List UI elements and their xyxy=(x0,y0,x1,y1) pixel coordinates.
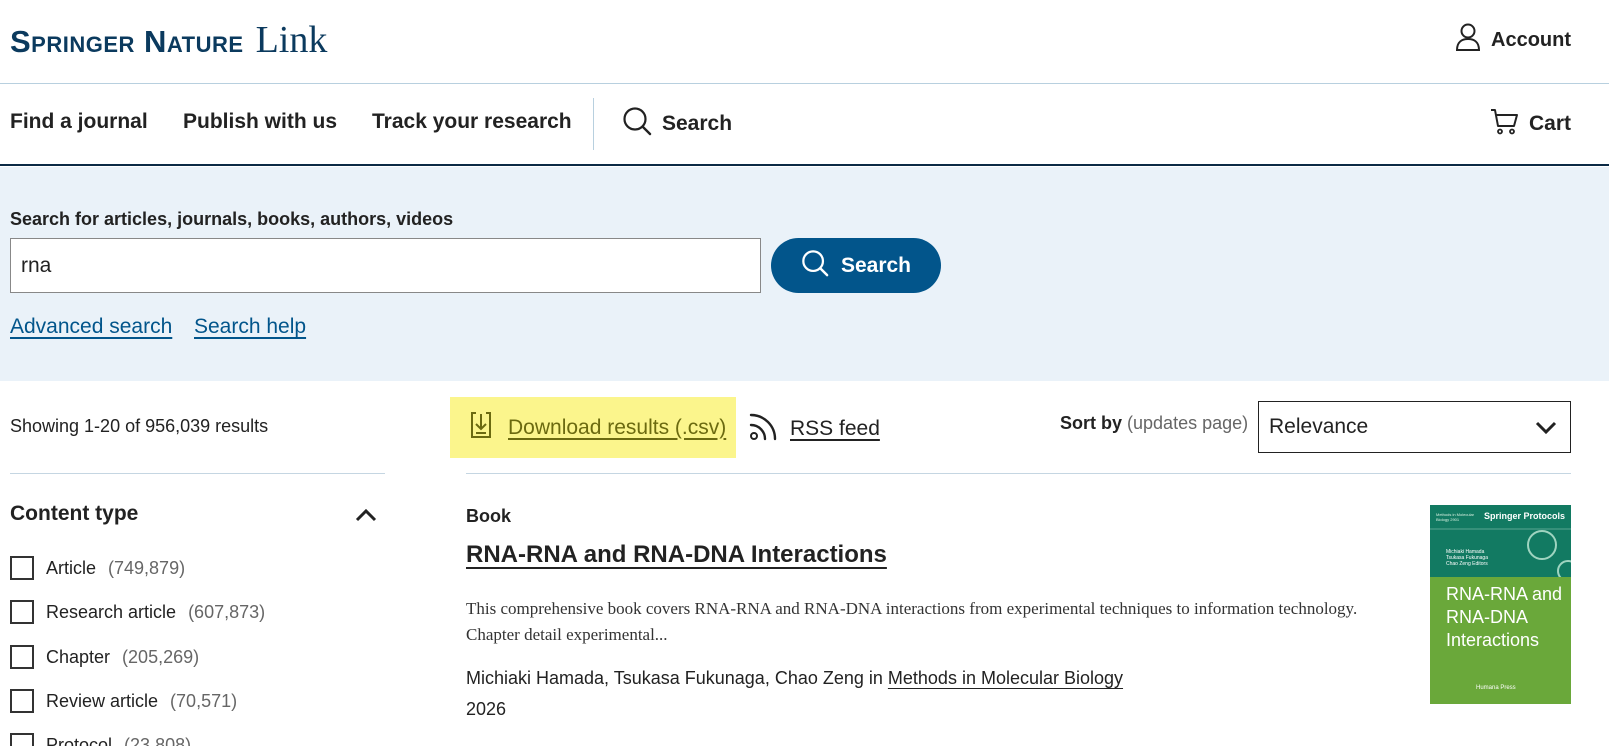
filter-count: (205,269) xyxy=(122,646,200,667)
content-type-filter-title: Content type xyxy=(10,502,139,525)
filter-label: Research article xyxy=(46,601,177,622)
filter-count: (607,873) xyxy=(188,601,266,622)
springer-nature-link-logo[interactable]: Springer Nature Link xyxy=(10,18,327,62)
chevron-down-icon xyxy=(1534,416,1558,446)
logo-product: Link xyxy=(255,19,328,61)
filter-label: Review article xyxy=(46,690,159,711)
download-results-button[interactable]: Download results (.csv) xyxy=(450,397,736,458)
search-help-link[interactable]: Search help xyxy=(194,315,306,339)
nav-search-button[interactable]: Search xyxy=(622,106,732,142)
filter-count: (749,879) xyxy=(108,557,186,578)
account-button[interactable]: Account xyxy=(1455,22,1571,58)
filter-label: Protocol xyxy=(46,734,113,746)
cover-editors: Michiaki Hamada Tsukasa Fukunaga Chao Ze… xyxy=(1446,549,1488,567)
search-panel: Search for articles, journals, books, au… xyxy=(0,167,1609,381)
cover-publisher: Humana Press xyxy=(1476,685,1516,691)
filter-item-article[interactable]: Article (749,879) xyxy=(10,556,185,580)
sort-note: (updates page) xyxy=(1127,413,1249,433)
nav-divider xyxy=(593,98,594,150)
result-year: 2026 xyxy=(466,699,507,719)
download-results-label: Download results (.csv) xyxy=(508,415,727,439)
checkbox[interactable] xyxy=(10,556,34,580)
result-authors: Michiaki Hamada, Tsukasa Fukunaga, Chao … xyxy=(466,668,1123,689)
cart-button[interactable]: Cart xyxy=(1489,106,1571,142)
cart-label: Cart xyxy=(1528,112,1571,135)
rss-feed-link[interactable]: RSS feed xyxy=(748,410,880,447)
sort-label: Sort by xyxy=(1060,413,1123,433)
result-author-names: Michiaki Hamada, Tsukasa Fukunaga, Chao … xyxy=(466,668,888,688)
search-button-label: Search xyxy=(840,253,912,277)
sort-select[interactable]: Relevance xyxy=(1258,401,1571,453)
result-content-type: Book xyxy=(466,506,511,526)
sort-by-label: Sort by (updates page) xyxy=(1060,413,1248,434)
filter-item-protocol[interactable]: Protocol (23,808) xyxy=(10,733,191,746)
account-label: Account xyxy=(1491,28,1571,51)
nav-find-journal[interactable]: Find a journal xyxy=(10,110,148,134)
filter-label: Chapter xyxy=(46,646,111,667)
result-snippet-line: Chapter detail experimental... xyxy=(466,625,668,644)
result-snippet: This comprehensive book covers RNA-RNA a… xyxy=(466,596,1386,648)
results-divider xyxy=(466,473,1571,474)
chevron-up-icon[interactable] xyxy=(354,505,378,530)
search-input[interactable] xyxy=(10,238,761,293)
top-header: Springer Nature Link Account xyxy=(0,0,1609,84)
checkbox[interactable] xyxy=(10,689,34,713)
results-count: Showing 1-20 of 956,039 results xyxy=(10,416,269,436)
cart-icon xyxy=(1489,106,1519,142)
result-title-link[interactable]: RNA-RNA and RNA-DNA Interactions xyxy=(466,541,887,569)
filter-count: (70,571) xyxy=(170,690,238,711)
book-cover-image[interactable]: Methods in Molecular Biology 2901 Spring… xyxy=(1430,505,1571,704)
filter-divider xyxy=(10,473,385,474)
user-icon xyxy=(1455,22,1481,58)
filter-item-research-article[interactable]: Research article (607,873) xyxy=(10,600,265,624)
nav-search-label: Search xyxy=(662,112,733,135)
sort-value: Relevance xyxy=(1269,415,1369,438)
search-icon xyxy=(622,106,652,142)
search-icon xyxy=(801,249,829,283)
logo-brand: Springer Nature xyxy=(10,24,244,59)
nav-publish-with-us[interactable]: Publish with us xyxy=(183,110,337,134)
filter-item-review-article[interactable]: Review article (70,571) xyxy=(10,689,237,713)
checkbox[interactable] xyxy=(10,645,34,669)
checkbox[interactable] xyxy=(10,600,34,624)
search-submit-button[interactable]: Search xyxy=(771,238,941,293)
download-icon xyxy=(468,410,494,445)
nav-track-research[interactable]: Track your research xyxy=(372,110,572,134)
cover-title: RNA-RNA and RNA-DNA Interactions xyxy=(1446,584,1563,650)
rss-feed-label: RSS feed xyxy=(790,416,880,440)
filter-count: (23,808) xyxy=(124,734,192,746)
cover-series: Springer Protocols xyxy=(1483,511,1565,521)
advanced-search-link[interactable]: Advanced search xyxy=(10,315,172,339)
result-snippet-line: This comprehensive book covers RNA-RNA a… xyxy=(466,599,1358,618)
checkbox[interactable] xyxy=(10,733,34,746)
cover-band: Methods in Molecular Biology 2901 Spring… xyxy=(1430,505,1571,577)
filter-label: Article xyxy=(46,557,97,578)
result-journal-link[interactable]: Methods in Molecular Biology xyxy=(888,668,1123,688)
rss-icon xyxy=(748,410,780,447)
cover-subtitle: Methods in Molecular Biology 2901 xyxy=(1436,512,1475,522)
main-nav: Find a journal Publish with us Track you… xyxy=(0,84,1609,166)
search-label: Search for articles, journals, books, au… xyxy=(10,209,454,229)
filter-item-chapter[interactable]: Chapter (205,269) xyxy=(10,645,199,669)
cover-editor: Chao Zeng Editors xyxy=(1446,561,1488,567)
